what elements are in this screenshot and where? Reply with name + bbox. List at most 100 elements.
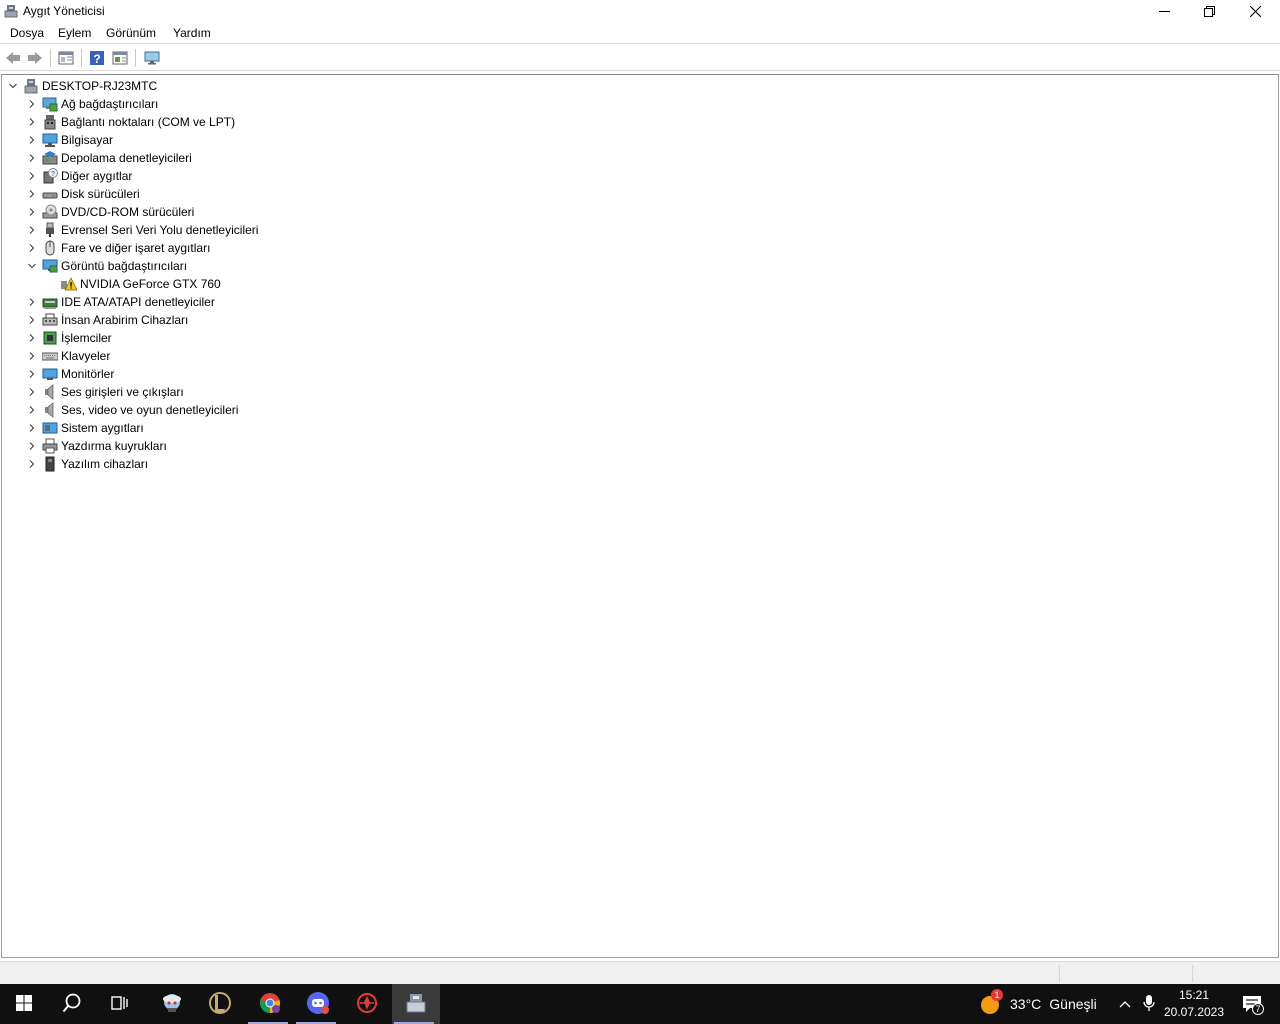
chevron-right-icon[interactable] [24, 383, 40, 401]
tree-category[interactable]: Ses, video ve oyun denetleyicileri [24, 401, 238, 419]
taskbar-app-1[interactable] [148, 984, 196, 1024]
taskbar-app-chrome[interactable] [246, 984, 294, 1024]
toolbar: ? [0, 45, 1280, 71]
microphone-icon [1143, 994, 1155, 1015]
tree-category-label: Ses girişleri ve çıkışları [61, 385, 184, 399]
close-button[interactable] [1232, 0, 1278, 23]
toolbar-separator [135, 49, 136, 67]
character-app-icon [160, 991, 184, 1018]
tree-category[interactable]: Disk sürücüleri [24, 185, 140, 203]
tree-category[interactable]: Yazılım cihazları [24, 455, 148, 473]
tree-category-label: Evrensel Seri Veri Yolu denetleyicileri [61, 223, 259, 237]
tree-category[interactable]: Ağ bağdaştırıcıları [24, 95, 158, 113]
menu-dosya[interactable]: Dosya [10, 26, 44, 40]
chevron-right-icon[interactable] [24, 455, 40, 473]
tree-category[interactable]: Klavyeler [24, 347, 110, 365]
tree-category[interactable]: İşlemciler [24, 329, 112, 347]
tree-category-label: Bağlantı noktaları (COM ve LPT) [61, 115, 236, 129]
back-arrow-icon[interactable] [4, 49, 22, 67]
tree-category[interactable]: Yazdırma kuyrukları [24, 437, 167, 455]
taskbar-clock[interactable]: 15:21 20.07.2023 [1160, 987, 1228, 1021]
device-tree[interactable]: DESKTOP-RJ23MTC Ağ bağdaştırıcıları Bağla… [1, 74, 1279, 958]
chevron-right-icon[interactable] [24, 167, 40, 185]
title-bar[interactable]: Aygıt Yöneticisi [0, 0, 1280, 23]
weather-widget[interactable]: 1 33°C Güneşli [978, 984, 1097, 1024]
taskbar-app-league[interactable] [196, 984, 244, 1024]
league-of-legends-icon [208, 991, 232, 1018]
chevron-right-icon[interactable] [24, 437, 40, 455]
scan-hardware-monitor-icon[interactable] [143, 49, 161, 67]
clock-time: 15:21 [1178, 988, 1210, 1002]
clock-date: 20.07.2023 [1163, 1005, 1225, 1019]
menu-yardim[interactable]: Yardım [173, 26, 211, 40]
tree-category[interactable]: Bilgisayar [24, 131, 113, 149]
tree-category-label: IDE ATA/ATAPI denetleyiciler [61, 295, 215, 309]
menu-gorunum[interactable]: Görünüm [106, 26, 156, 40]
chevron-right-icon[interactable] [24, 239, 40, 257]
tree-category[interactable]: DVD/CD-ROM sürücüleri [24, 203, 194, 221]
console-tree-icon[interactable] [57, 49, 75, 67]
menu-eylem[interactable]: Eylem [58, 26, 91, 40]
tree-category[interactable]: Ses girişleri ve çıkışları [24, 383, 184, 401]
chevron-right-icon[interactable] [24, 311, 40, 329]
chevron-down-icon[interactable] [24, 257, 40, 275]
tree-device-label: NVIDIA GeForce GTX 760 [80, 277, 221, 291]
tree-category[interactable]: Monitörler [24, 365, 114, 383]
properties-icon[interactable] [111, 49, 129, 67]
start-button[interactable] [0, 984, 48, 1024]
svg-text:?: ? [51, 171, 55, 178]
chevron-right-icon[interactable] [24, 185, 40, 203]
tree-category[interactable]: İnsan Arabirim Cihazları [24, 311, 188, 329]
chevron-down-icon[interactable] [5, 77, 21, 95]
tree-root[interactable]: DESKTOP-RJ23MTC [5, 77, 157, 95]
chevron-right-icon[interactable] [24, 149, 40, 167]
task-view-button[interactable] [96, 984, 144, 1024]
computer-name: DESKTOP-RJ23MTC [42, 79, 158, 93]
chevron-right-icon[interactable] [24, 293, 40, 311]
tree-category[interactable]: IDE ATA/ATAPI denetleyiciler [24, 293, 215, 311]
status-separator [1192, 965, 1193, 982]
toolbar-separator [50, 49, 51, 67]
chevron-right-icon[interactable] [24, 329, 40, 347]
help-icon[interactable]: ? [88, 49, 106, 67]
tree-category[interactable]: ? Diğer aygıtlar [24, 167, 132, 185]
search-button[interactable] [48, 984, 96, 1024]
chevron-right-icon[interactable] [24, 365, 40, 383]
tree-category-label: Diğer aygıtlar [61, 169, 133, 183]
chevron-right-icon[interactable] [24, 221, 40, 239]
game-launcher-icon [355, 991, 379, 1018]
chevron-right-icon[interactable] [24, 347, 40, 365]
taskbar-app-game[interactable] [343, 984, 391, 1024]
tree-category[interactable]: Bağlantı noktaları (COM ve LPT) [24, 113, 235, 131]
tree-category[interactable]: Fare ve diğer işaret aygıtları [24, 239, 210, 257]
chevron-right-icon[interactable] [24, 95, 40, 113]
restore-button[interactable] [1186, 0, 1232, 23]
tree-category[interactable]: Depolama denetleyicileri [24, 149, 192, 167]
microphone-button[interactable] [1138, 984, 1160, 1024]
display-adapter-icon [42, 258, 58, 274]
tree-category[interactable]: Evrensel Seri Veri Yolu denetleyicileri [24, 221, 258, 239]
notification-center-button[interactable]: 7 [1232, 984, 1272, 1024]
forward-arrow-icon[interactable] [26, 49, 44, 67]
chevron-right-icon[interactable] [24, 419, 40, 437]
other-devices-icon: ? [42, 168, 58, 184]
tree-device[interactable]: NVIDIA GeForce GTX 760 [43, 275, 221, 293]
tree-category[interactable]: Görüntü bağdaştırıcıları [24, 257, 187, 275]
windows-logo-icon [16, 994, 32, 1014]
storage-controller-icon [42, 150, 58, 166]
discord-icon [306, 991, 330, 1018]
taskbar-app-device-manager[interactable] [392, 984, 440, 1024]
chevron-right-icon[interactable] [24, 131, 40, 149]
taskbar-app-discord[interactable] [294, 984, 342, 1024]
software-device-icon [42, 456, 58, 472]
minimize-button[interactable] [1141, 0, 1187, 23]
tree-category[interactable]: Sistem aygıtları [24, 419, 144, 437]
device-manager-window: Aygıt Yöneticisi Dosya Eylem Görünüm Yar… [0, 0, 1280, 984]
chevron-right-icon[interactable] [24, 203, 40, 221]
speaker-icon [42, 402, 58, 418]
weather-sun-icon: 1 [978, 989, 1003, 1016]
chevron-right-icon[interactable] [24, 401, 40, 419]
show-hidden-icons-button[interactable] [1114, 984, 1136, 1024]
chevron-right-icon[interactable] [24, 113, 40, 131]
notification-icon: 7 [1242, 994, 1264, 1015]
